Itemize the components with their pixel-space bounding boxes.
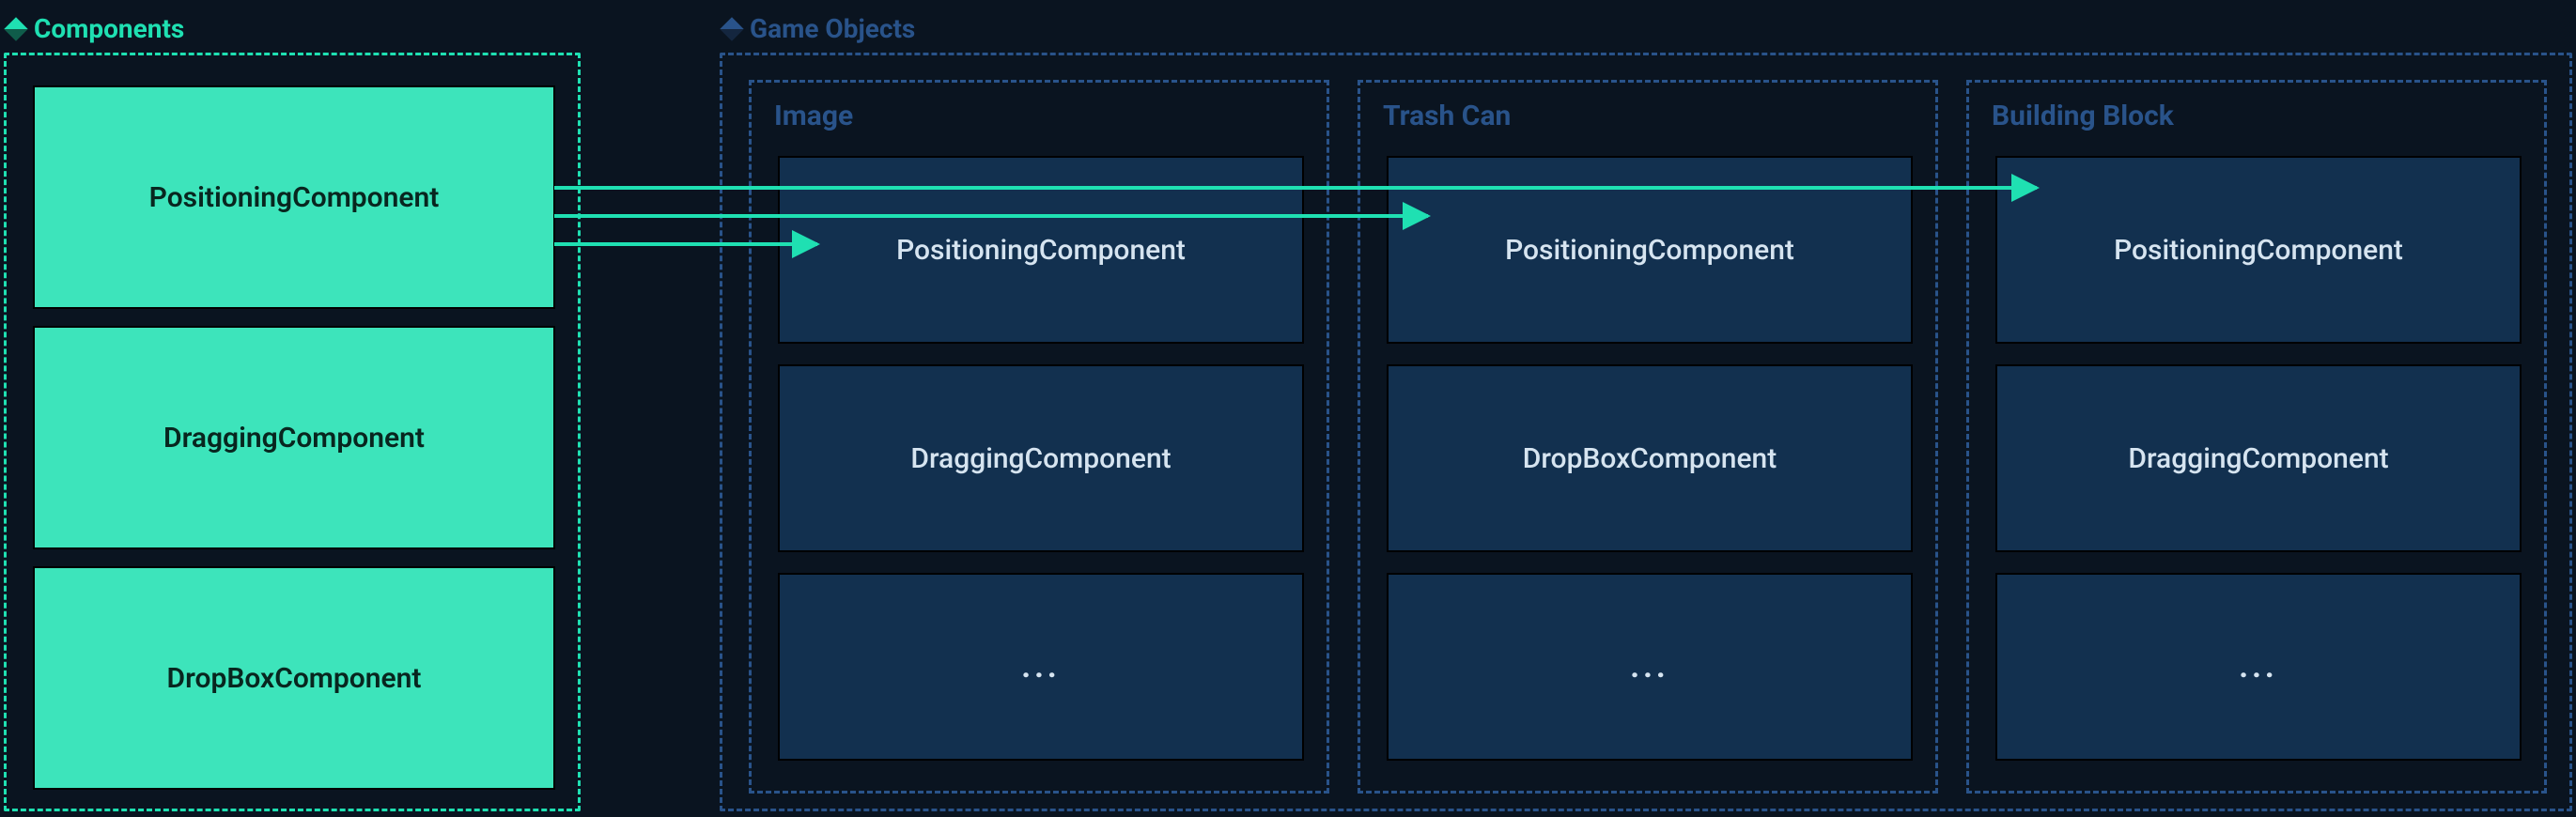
game-object-title: Trash Can (1383, 100, 1511, 132)
component-slot: PositioningComponent (1995, 156, 2522, 344)
component-slot-more: ... (1387, 573, 1913, 761)
game-object-title: Building Block (1992, 100, 2174, 132)
slot-label: DropBoxComponent (1523, 442, 1777, 475)
component-slot: DraggingComponent (778, 364, 1304, 552)
game-object-box: Building Block PositioningComponent Drag… (1966, 80, 2547, 794)
component-card: PositioningComponent (33, 85, 555, 309)
component-slot: DraggingComponent (1995, 364, 2522, 552)
component-label: DraggingComponent (163, 422, 425, 455)
diamond-icon (4, 17, 27, 40)
game-object-box: Image PositioningComponent DraggingCompo… (749, 80, 1329, 794)
components-group: PositioningComponent DraggingComponent D… (4, 53, 581, 811)
slot-label: PositioningComponent (896, 234, 1186, 267)
slot-label: PositioningComponent (2114, 234, 2403, 267)
game-object-box: Trash Can PositioningComponent DropBoxCo… (1358, 80, 1938, 794)
diagram-canvas: Components Game Objects PositioningCompo… (0, 0, 2576, 817)
slot-label: ... (2239, 648, 2278, 686)
slot-label: PositioningComponent (1505, 234, 1794, 267)
slot-label: ... (1630, 648, 1669, 686)
game-object-title: Image (774, 100, 853, 132)
component-slot-more: ... (1995, 573, 2522, 761)
component-card: DraggingComponent (33, 326, 555, 549)
components-header: Components (8, 13, 184, 44)
slot-label: DraggingComponent (2128, 442, 2388, 475)
components-header-label: Components (34, 13, 184, 44)
component-slot: PositioningComponent (1387, 156, 1913, 344)
diamond-icon (720, 17, 743, 40)
slot-label: DraggingComponent (910, 442, 1171, 475)
component-label: PositioningComponent (149, 181, 440, 214)
component-card: DropBoxComponent (33, 566, 555, 790)
game-objects-group: Image PositioningComponent DraggingCompo… (720, 53, 2572, 811)
component-slot: DropBoxComponent (1387, 364, 1913, 552)
game-objects-header: Game Objects (723, 13, 915, 44)
game-objects-header-label: Game Objects (750, 13, 915, 44)
component-slot-more: ... (778, 573, 1304, 761)
slot-label: ... (1021, 648, 1061, 686)
component-label: DropBoxComponent (167, 662, 422, 695)
component-slot: PositioningComponent (778, 156, 1304, 344)
